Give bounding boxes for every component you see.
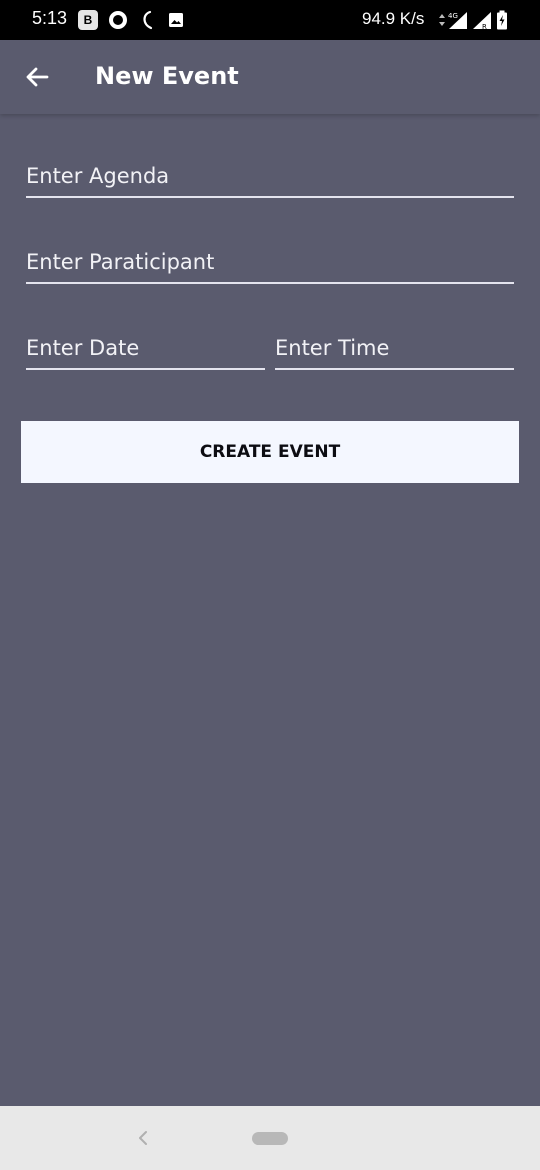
time-input[interactable] xyxy=(275,332,514,368)
status-time: 5:13 xyxy=(32,8,68,28)
app-bar: New Event xyxy=(0,40,540,114)
agenda-input[interactable] xyxy=(26,160,514,196)
b-badge-icon: B xyxy=(78,10,98,30)
arrow-left-icon xyxy=(26,67,49,87)
nav-back-button[interactable] xyxy=(134,1128,152,1148)
system-nav-bar xyxy=(0,1106,540,1170)
opera-icon xyxy=(108,10,128,30)
signal-roaming-icon: R xyxy=(472,10,492,30)
date-field-container xyxy=(26,332,265,370)
participant-field-container xyxy=(26,246,514,284)
agenda-field-container xyxy=(26,160,514,198)
status-bar: 5:13 B 94.9 K/s 4G R xyxy=(0,0,540,40)
page-title: New Event xyxy=(95,62,239,90)
date-input[interactable] xyxy=(26,332,265,368)
back-button[interactable] xyxy=(22,62,52,92)
time-field-container xyxy=(275,332,514,370)
network-speed: 94.9 K/s xyxy=(362,9,425,28)
svg-text:4G: 4G xyxy=(448,12,458,20)
image-icon xyxy=(168,10,184,30)
svg-text:R: R xyxy=(482,23,487,30)
new-event-screen: 5:13 B 94.9 K/s 4G R New Event Enter Age… xyxy=(0,0,540,1170)
signal-4g-icon: 4G xyxy=(448,10,468,30)
create-event-button[interactable]: CREATE EVENT xyxy=(21,421,519,483)
participant-input[interactable] xyxy=(26,246,514,282)
data-arrows-icon xyxy=(438,10,446,30)
home-pill-icon[interactable] xyxy=(252,1132,288,1145)
battery-charging-icon xyxy=(496,10,508,30)
moon-icon xyxy=(138,10,156,30)
chevron-left-icon xyxy=(139,1131,147,1145)
